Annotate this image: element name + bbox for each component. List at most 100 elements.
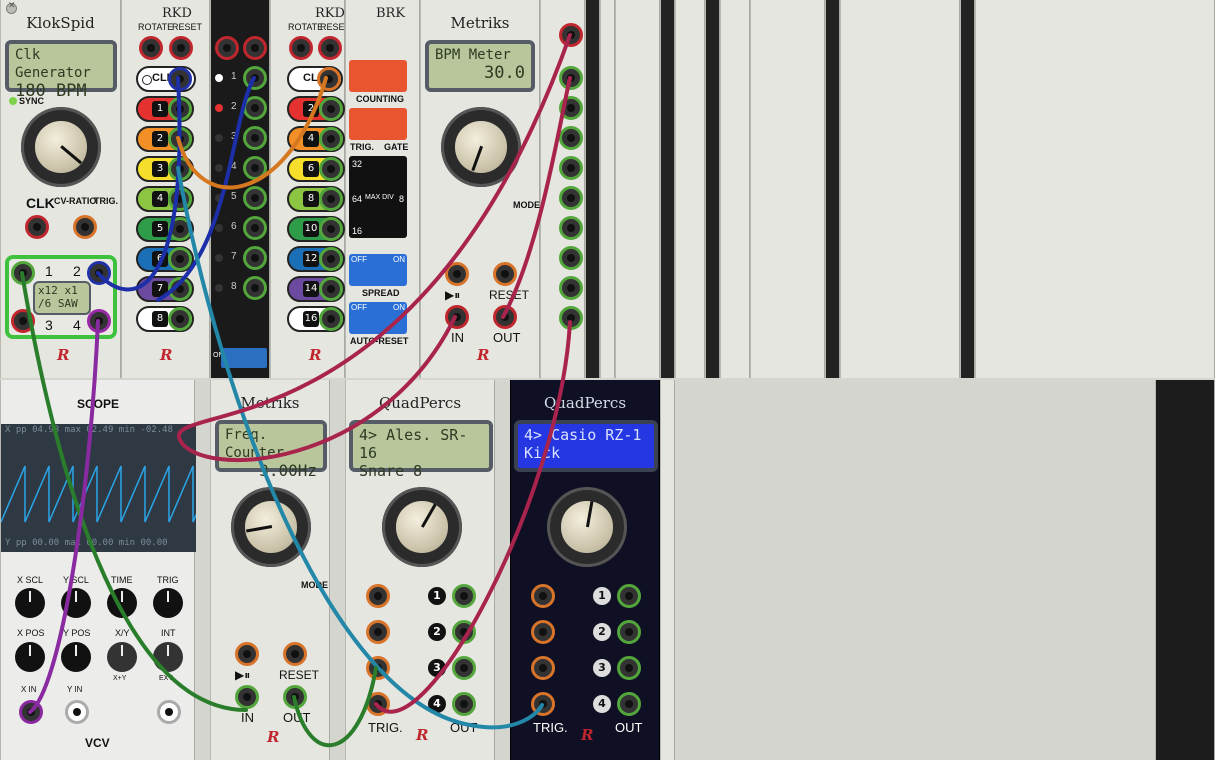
gate-out-jack[interactable]	[243, 186, 267, 210]
division-out-jack[interactable]	[168, 277, 192, 301]
counting-switch[interactable]	[349, 60, 407, 92]
blank-panel	[975, 0, 1215, 378]
play-jack[interactable]	[445, 262, 469, 286]
division-out-jack[interactable]	[319, 277, 343, 301]
trig-in-jack[interactable]	[366, 620, 390, 644]
mult-out-jack[interactable]	[559, 246, 583, 270]
sample-knob[interactable]	[547, 487, 627, 567]
in-jack[interactable]	[235, 685, 259, 709]
division-out-jack[interactable]	[319, 217, 343, 241]
gate-out-jack[interactable]	[243, 246, 267, 270]
spread-switch[interactable]: OFF ON	[349, 254, 407, 286]
voice-out-jack[interactable]	[617, 584, 641, 608]
mult-out-jack[interactable]	[559, 186, 583, 210]
division-out-jack[interactable]	[319, 307, 343, 331]
voice-out-jack[interactable]	[452, 620, 476, 644]
trig-in-jack[interactable]	[366, 656, 390, 680]
ypos-knob[interactable]	[61, 642, 91, 672]
reset-jack[interactable]	[493, 262, 517, 286]
out-3-jack[interactable]	[11, 309, 35, 333]
voice-out-jack[interactable]	[452, 584, 476, 608]
division-out-jack[interactable]	[319, 247, 343, 271]
max-div-switch[interactable]: 32 64 MAX DIV 8 16	[349, 156, 407, 238]
division-out-jack[interactable]	[168, 307, 192, 331]
division-out-jack[interactable]	[168, 187, 192, 211]
x-in-jack[interactable]	[19, 700, 43, 724]
division-out-jack[interactable]	[319, 127, 343, 151]
out-1-jack[interactable]	[11, 261, 35, 285]
out-jack[interactable]	[493, 305, 517, 329]
xpos-knob[interactable]	[15, 642, 45, 672]
scope-trace	[1, 465, 196, 523]
voice-out-jack[interactable]	[452, 656, 476, 680]
lcd-line-1: Freq. Counter	[225, 427, 285, 461]
out-4-jack[interactable]	[87, 309, 111, 333]
out-2-jack[interactable]	[87, 261, 111, 285]
voice-out-jack[interactable]	[617, 692, 641, 716]
gate-out-jack[interactable]	[243, 156, 267, 180]
voice-out-jack[interactable]	[617, 656, 641, 680]
play-jack[interactable]	[235, 642, 259, 666]
gate-out-jack[interactable]	[243, 216, 267, 240]
mult-out-jack[interactable]	[559, 306, 583, 330]
voice-out-jack[interactable]	[452, 692, 476, 716]
yscl-knob[interactable]	[61, 588, 91, 618]
division-out-jack[interactable]	[168, 217, 192, 241]
mult-out-jack[interactable]	[559, 66, 583, 90]
gate-rotate-jack[interactable]	[243, 36, 267, 60]
division-number: 7	[152, 281, 168, 297]
division-out-jack[interactable]	[319, 97, 343, 121]
gate-reset-jack[interactable]	[215, 36, 239, 60]
in-jack[interactable]	[445, 305, 469, 329]
clk-in-jack[interactable]	[317, 67, 341, 91]
clk-in-jack[interactable]	[168, 67, 192, 91]
rotate-jack[interactable]	[289, 36, 313, 60]
metriks-knob[interactable]	[231, 487, 311, 567]
trig-knob[interactable]	[153, 588, 183, 618]
xscl-knob[interactable]	[15, 588, 45, 618]
gate-out-jack[interactable]	[243, 276, 267, 300]
rotate-jack[interactable]	[139, 36, 163, 60]
ext-trig-jack[interactable]	[157, 700, 181, 724]
dip-switches[interactable]	[221, 348, 267, 368]
division-out-jack[interactable]	[168, 97, 192, 121]
out-3-label: 3	[45, 317, 53, 333]
in-label: IN	[241, 710, 254, 725]
y-in-jack[interactable]	[65, 700, 89, 724]
cv-ratio-jack[interactable]	[73, 215, 97, 239]
xy-button[interactable]	[107, 642, 137, 672]
reset-jack[interactable]	[169, 36, 193, 60]
reset-jack[interactable]	[283, 642, 307, 666]
trig-in-jack[interactable]	[531, 656, 555, 680]
mult-out-jack[interactable]	[559, 276, 583, 300]
gate-out-jack[interactable]	[243, 96, 267, 120]
division-out-jack[interactable]	[168, 127, 192, 151]
mult-in-jack[interactable]	[559, 23, 583, 47]
sample-knob[interactable]	[382, 487, 462, 567]
mult-out-jack[interactable]	[559, 126, 583, 150]
division-out-jack[interactable]	[319, 157, 343, 181]
bpm-knob[interactable]	[21, 107, 101, 187]
out-jack[interactable]	[283, 685, 307, 709]
auto-reset-switch[interactable]: OFF ON	[349, 302, 407, 334]
mult-out-jack[interactable]	[559, 96, 583, 120]
reset-jack[interactable]	[318, 36, 342, 60]
division-out-jack[interactable]	[319, 187, 343, 211]
trig-in-jack[interactable]	[531, 620, 555, 644]
voice-out-jack[interactable]	[617, 620, 641, 644]
division-out-jack[interactable]	[168, 247, 192, 271]
trig-in-jack[interactable]	[366, 692, 390, 716]
trig-in-jack[interactable]	[531, 692, 555, 716]
trig-gate-switch[interactable]	[349, 108, 407, 140]
mult-out-jack[interactable]	[559, 156, 583, 180]
metriks-knob[interactable]	[441, 107, 521, 187]
trig-source-button[interactable]	[153, 642, 183, 672]
time-knob[interactable]	[107, 588, 137, 618]
clk-jack[interactable]	[25, 215, 49, 239]
mult-out-jack[interactable]	[559, 216, 583, 240]
trig-in-jack[interactable]	[366, 584, 390, 608]
trig-in-jack[interactable]	[531, 584, 555, 608]
division-out-jack[interactable]	[168, 157, 192, 181]
gate-out-jack[interactable]	[243, 126, 267, 150]
gate-out-jack[interactable]	[243, 66, 267, 90]
